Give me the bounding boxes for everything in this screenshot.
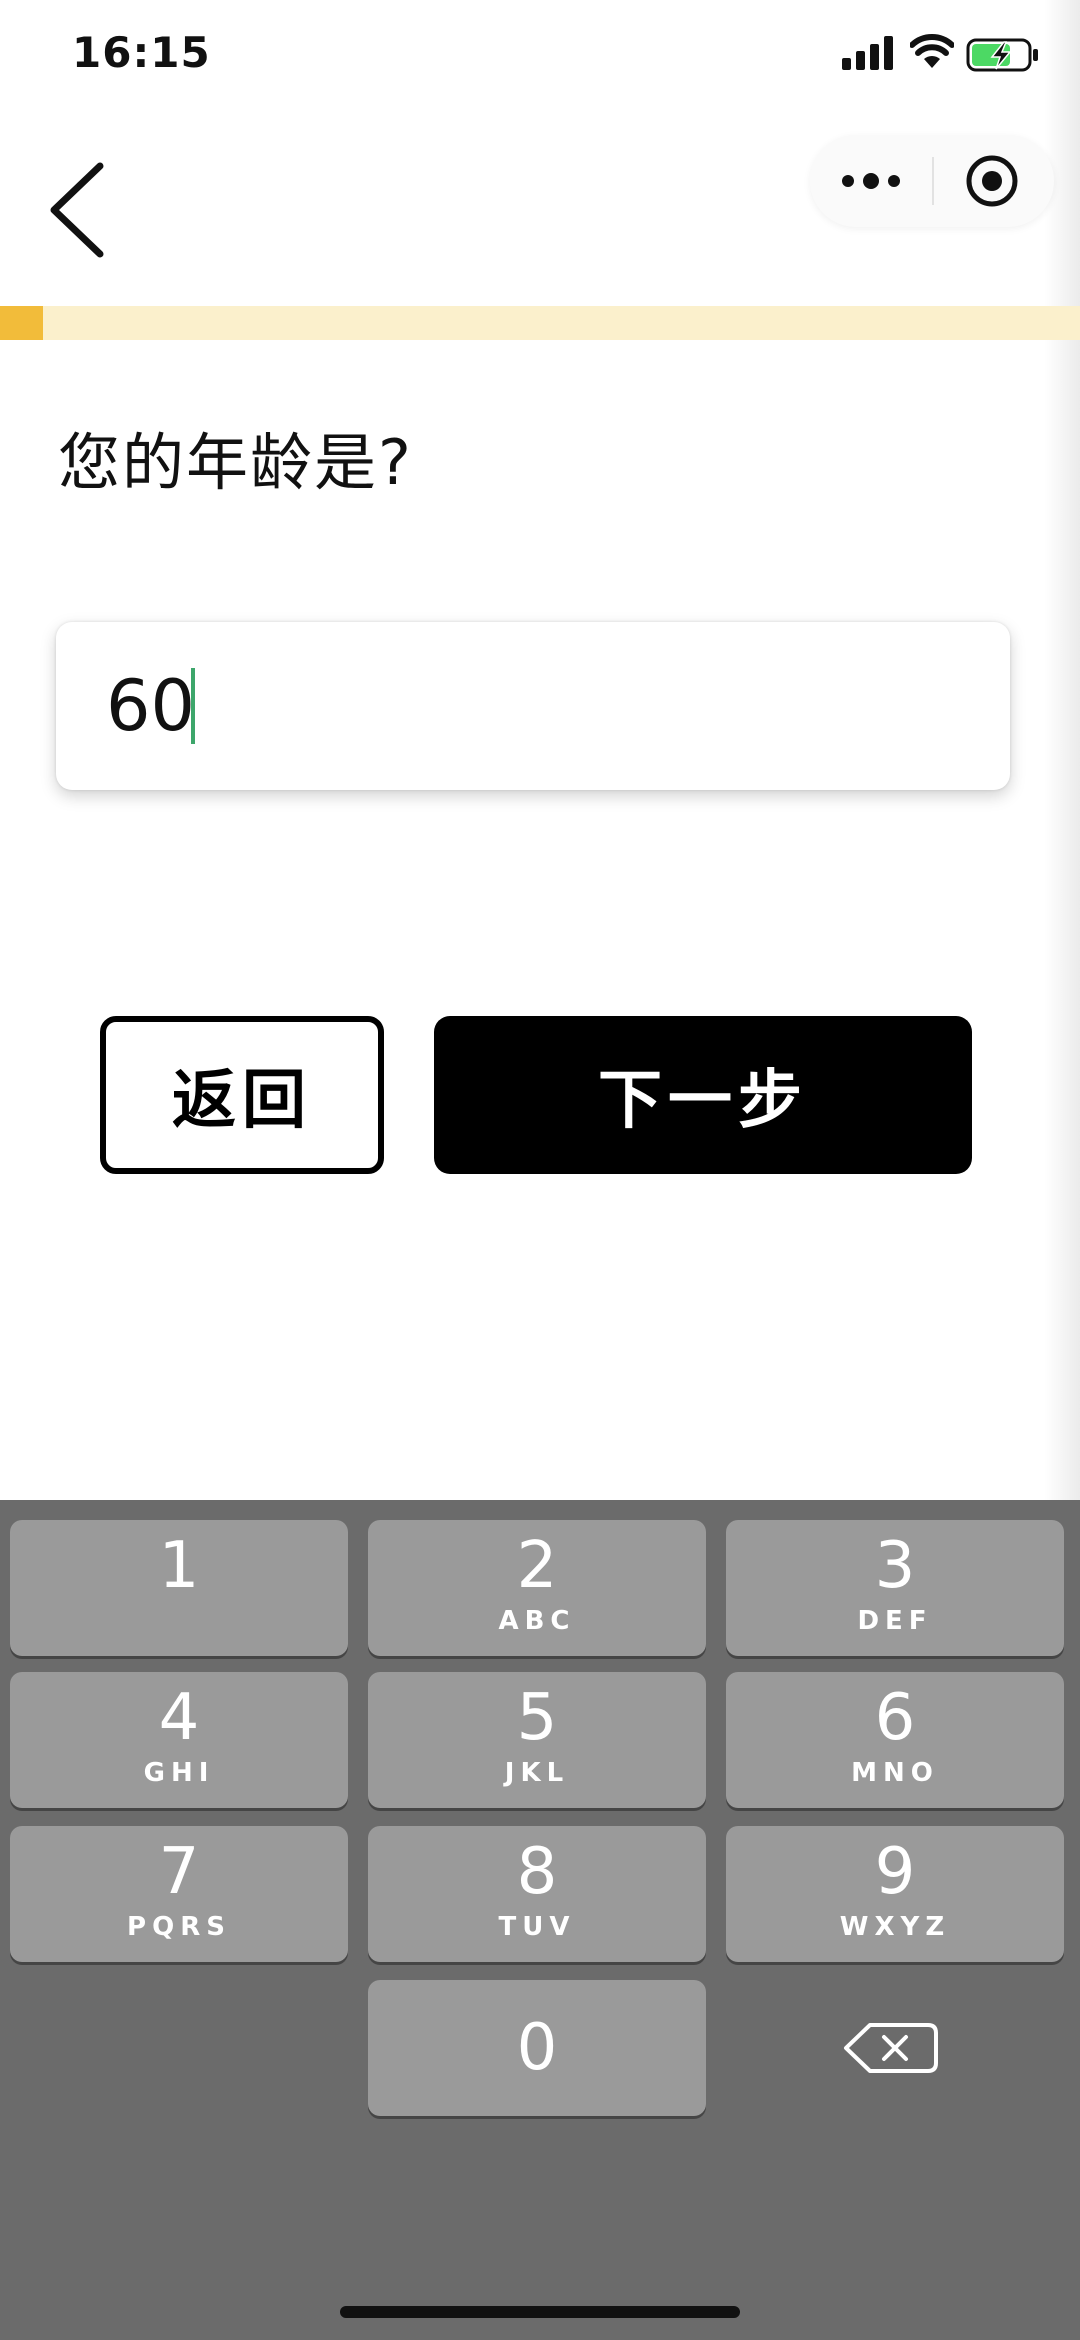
key-5[interactable]: 5 JKL	[368, 1672, 706, 1808]
next-step-button[interactable]: 下一步	[434, 1016, 972, 1174]
more-button[interactable]	[810, 135, 932, 227]
key-6[interactable]: 6 MNO	[726, 1672, 1064, 1808]
key-2[interactable]: 2 ABC	[368, 1520, 706, 1656]
signal-icon	[842, 36, 893, 70]
key-1[interactable]: 1	[10, 1520, 348, 1656]
chevron-left-icon	[50, 162, 104, 258]
wifi-icon	[910, 34, 954, 68]
age-input[interactable]: 60	[56, 622, 1010, 790]
delete-key[interactable]	[724, 1980, 1062, 2116]
key-8[interactable]: 8 TUV	[368, 1826, 706, 1962]
back-button[interactable]	[40, 150, 120, 270]
age-input-value: 60	[106, 665, 196, 747]
key-7[interactable]: 7 PQRS	[10, 1826, 348, 1962]
more-dots-icon	[842, 173, 900, 189]
key-0[interactable]: 0	[368, 1980, 706, 2116]
mini-program-capsule	[810, 135, 1054, 227]
question-title: 您的年龄是?	[58, 426, 413, 499]
back-step-button[interactable]: 返回	[100, 1016, 384, 1174]
progress-bar	[0, 306, 1080, 340]
target-close-icon	[966, 155, 1018, 207]
key-4[interactable]: 4 GHI	[10, 1672, 348, 1808]
key-9[interactable]: 9 WXYZ	[726, 1826, 1064, 1962]
backspace-icon	[844, 2023, 938, 2073]
progress-fill	[0, 306, 44, 340]
home-indicator	[340, 2306, 740, 2318]
text-caret	[191, 668, 195, 744]
battery-charging-icon	[966, 38, 1038, 72]
status-time: 16:15	[72, 28, 211, 77]
key-3[interactable]: 3 DEF	[726, 1520, 1064, 1656]
close-mini-program-button[interactable]	[934, 135, 1054, 227]
